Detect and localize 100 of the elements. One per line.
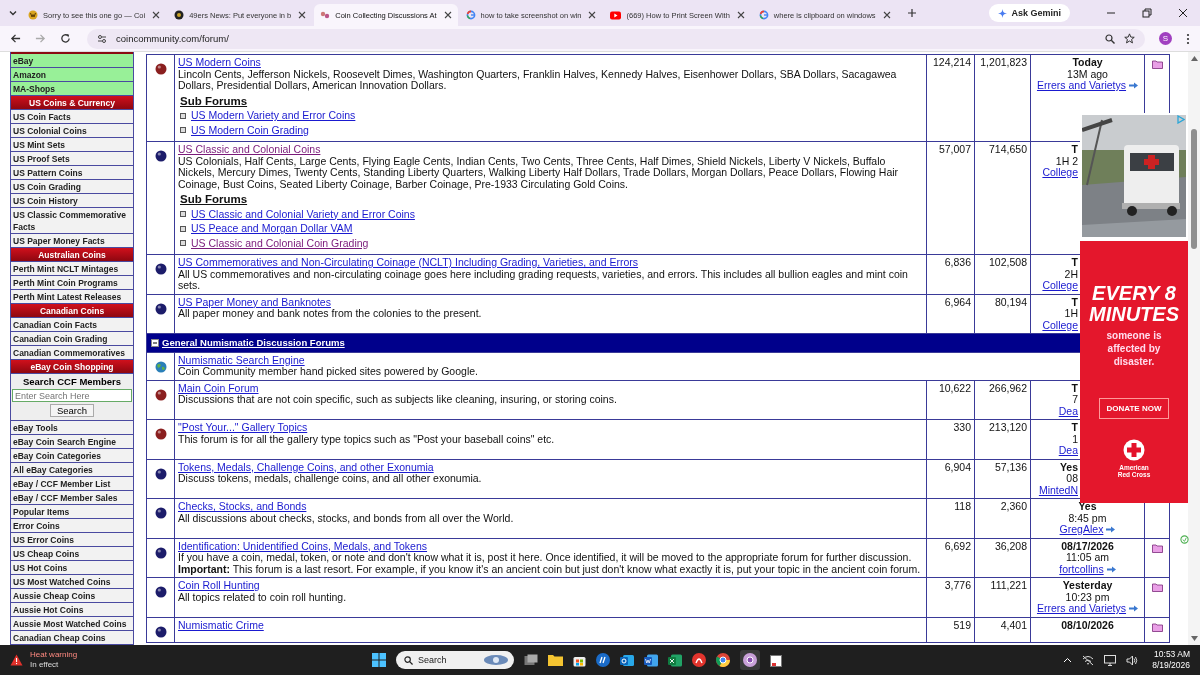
folder-icon[interactable] — [548, 654, 563, 666]
profile-avatar[interactable]: S — [1159, 32, 1172, 45]
back-icon[interactable] — [10, 33, 21, 44]
shop-link[interactable]: Amazon — [11, 68, 133, 82]
weather-alert-status[interactable]: In effect — [30, 660, 78, 670]
menu-link[interactable]: US Most Watched Coins — [11, 575, 133, 589]
close-icon[interactable] — [588, 11, 597, 19]
donate-button[interactable]: DONATE NOW — [1098, 398, 1170, 419]
spreadsheet-icon[interactable] — [668, 653, 682, 667]
menu-link[interactable]: US Cheap Coins — [11, 547, 133, 561]
tab-list-icon[interactable] — [8, 8, 18, 18]
forum-title-link[interactable]: Numismatic Search Engine — [178, 353, 305, 366]
forum-title-link[interactable]: Main Coin Forum — [178, 381, 259, 394]
last-poster-link[interactable]: MintedN — [1038, 484, 1078, 496]
notepad-icon[interactable] — [770, 653, 782, 667]
forum-title-link[interactable]: US Classic and Colonial Coins — [178, 143, 321, 155]
menu-link[interactable]: US Error Coins — [11, 533, 133, 547]
forum-title-link[interactable]: Identification: Unidentified Coins, Medals, and Tokens — [178, 539, 428, 552]
search-button[interactable]: Search — [49, 404, 95, 417]
warning-icon[interactable] — [10, 654, 23, 666]
go-to-post-arrow-icon[interactable] — [1129, 82, 1139, 90]
last-poster-link[interactable]: Errers and Varietys — [1036, 603, 1127, 615]
refresh-badge-icon[interactable] — [1180, 535, 1189, 544]
scrollbar-thumb[interactable] — [1191, 129, 1197, 249]
clock-time[interactable]: 10:53 AM — [1154, 649, 1190, 660]
menu-link[interactable]: US Coin Facts — [11, 110, 133, 124]
scrollbar[interactable] — [1188, 52, 1200, 645]
menu-link[interactable]: Popular Items — [11, 505, 133, 519]
sub-forum-link[interactable]: US Modern Variety and Error Coins — [191, 110, 356, 122]
go-to-post-arrow-icon[interactable] — [1129, 605, 1139, 613]
menu-icon[interactable] — [1186, 32, 1190, 45]
menu-link[interactable]: All eBay Categories — [11, 463, 133, 477]
speaker-icon[interactable] — [1126, 654, 1139, 666]
menu-link[interactable]: eBay Coin Categories — [11, 449, 133, 463]
last-poster-link[interactable]: fortcollins — [1059, 563, 1104, 575]
menu-link[interactable]: Perth Mint Coin Programs — [11, 276, 133, 290]
chevron-up-icon[interactable] — [1063, 657, 1073, 663]
search-highlight-icon[interactable] — [483, 654, 509, 666]
browser-taskbar-button[interactable] — [740, 650, 760, 670]
mail-icon[interactable] — [620, 653, 634, 667]
forum-title-link[interactable]: US Paper Money and Banknotes — [178, 295, 331, 308]
member-search-field[interactable]: Enter Search Here — [12, 389, 132, 402]
close-icon[interactable] — [152, 11, 161, 19]
last-poster-link[interactable]: College — [1042, 280, 1078, 292]
menu-link[interactable]: US Coin History — [11, 194, 133, 208]
monitor-icon[interactable] — [1104, 654, 1117, 666]
reload-icon[interactable] — [60, 33, 71, 44]
last-poster-link[interactable]: GregAlex — [1059, 524, 1104, 536]
go-to-post-arrow-icon[interactable] — [1106, 565, 1116, 573]
menu-link[interactable]: US Colonial Coins — [11, 124, 133, 138]
sub-forum-link[interactable]: US Modern Coin Grading — [191, 124, 309, 136]
close-icon[interactable] — [298, 11, 307, 19]
menu-link[interactable]: Canadian Coin Facts — [11, 318, 133, 332]
weather-alert-title[interactable]: Heat warning — [30, 650, 78, 660]
menu-link[interactable]: US Classic Commemorative Facts — [11, 208, 133, 234]
task-view-icon[interactable] — [524, 654, 538, 666]
sub-forum-link[interactable]: US Classic and Colonial Variety and Error Coins — [191, 208, 415, 220]
menu-link[interactable]: Perth Mint NCLT Mintages — [11, 262, 133, 276]
forum-title-link[interactable]: Tokens, Medals, Challenge Coins, and other Exonumia — [178, 460, 434, 473]
menu-link[interactable]: Error Coins — [11, 519, 133, 533]
section-title-link[interactable]: General Numismatic Discussion Forums — [162, 337, 345, 349]
scroll-down-icon[interactable] — [1190, 636, 1198, 641]
network-off-icon[interactable] — [1082, 654, 1095, 666]
last-poster-link[interactable]: Dea — [1058, 445, 1078, 457]
restore-icon[interactable] — [1142, 8, 1152, 18]
taskbar-search-field[interactable]: Search — [418, 655, 478, 665]
close-icon[interactable] — [882, 11, 891, 19]
menu-link[interactable]: Aussie Cheap Coins — [11, 589, 133, 603]
last-poster-link[interactable]: Errers and Varietys — [1036, 80, 1127, 92]
scroll-up-icon[interactable] — [1190, 56, 1198, 61]
close-icon[interactable] — [443, 11, 452, 19]
forum-title-link[interactable]: Checks, Stocks, and Bonds — [178, 500, 307, 512]
menu-link[interactable]: Aussie Hot Coins — [11, 603, 133, 617]
clock-date[interactable]: 8/19/2026 — [1152, 660, 1190, 671]
menu-link[interactable]: Canadian Commemoratives — [11, 346, 133, 360]
menu-link[interactable]: eBay Tools — [11, 421, 133, 435]
last-poster-link[interactable]: College — [1042, 167, 1078, 179]
menu-link[interactable]: Canadian Cheap Coins — [11, 631, 133, 645]
new-tab-icon[interactable] — [906, 8, 917, 18]
sub-forum-link[interactable]: US Classic and Colonial Coin Grading — [191, 237, 369, 249]
forum-title-link[interactable]: US Commemoratives and Non-Circulating Coinage (NCLT) Including Grading, Varieties, and Errors — [178, 256, 639, 268]
menu-link[interactable]: Perth Mint Latest Releases — [11, 290, 133, 304]
last-poster-link[interactable]: Dea — [1058, 405, 1078, 417]
sub-forum-link[interactable]: US Peace and Morgan Dollar VAM — [191, 223, 353, 235]
browser-icon[interactable] — [716, 653, 730, 667]
address-bar[interactable]: coincommunity.com/forum/ — [87, 28, 1145, 49]
ask-gemini-button[interactable]: Ask Gemini — [989, 4, 1070, 22]
forum-title-link[interactable]: Numismatic Crime — [178, 618, 264, 631]
forum-title-link[interactable]: Coin Roll Hunting — [178, 579, 260, 591]
menu-link[interactable]: US Mint Sets — [11, 138, 133, 152]
close-icon[interactable] — [736, 11, 745, 19]
collapse-icon[interactable] — [151, 338, 159, 347]
shop-link[interactable]: eBay — [11, 54, 133, 68]
taskbar-search-box[interactable]: Search — [396, 651, 514, 669]
close-icon[interactable] — [1178, 8, 1188, 18]
menu-link[interactable]: US Pattern Coins — [11, 166, 133, 180]
menu-link[interactable]: US Coin Grading — [11, 180, 133, 194]
go-to-post-arrow-icon[interactable] — [1106, 526, 1116, 534]
menu-link[interactable]: US Paper Money Facts — [11, 234, 133, 248]
menu-link[interactable]: US Hot Coins — [11, 561, 133, 575]
